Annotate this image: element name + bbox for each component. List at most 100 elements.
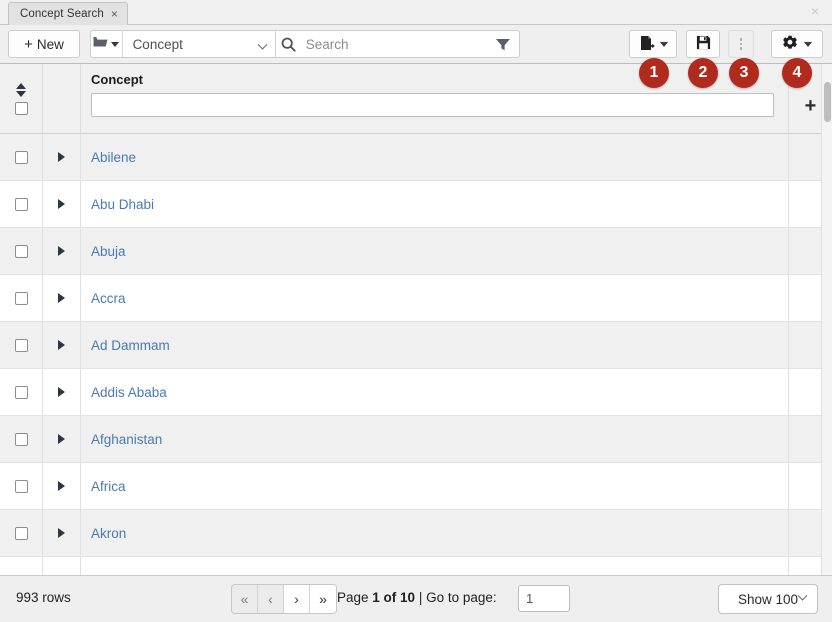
row-concept-cell: Akron <box>81 510 789 556</box>
search-icon[interactable] <box>275 31 301 57</box>
row-concept-cell <box>81 557 789 575</box>
footer-pagination-bar: 993 rows « ‹ › » Page 1 of 10 | Go to pa… <box>0 575 832 622</box>
pagination-controls: « ‹ › » <box>231 584 337 614</box>
save-button[interactable] <box>686 30 720 58</box>
row-concept-cell: Africa <box>81 463 789 509</box>
row-checkbox[interactable] <box>15 527 28 540</box>
tab-concept-search[interactable]: Concept Search × <box>8 2 128 25</box>
row-checkbox[interactable] <box>15 292 28 305</box>
row-concept-cell: Accra <box>81 275 789 321</box>
filter-funnel-icon[interactable] <box>487 31 519 57</box>
row-checkbox[interactable] <box>15 151 28 164</box>
concept-link[interactable]: Akron <box>91 526 126 541</box>
row-checkbox[interactable] <box>15 339 28 352</box>
new-button[interactable]: + New <box>8 30 80 58</box>
row-expand-cell[interactable] <box>43 322 81 368</box>
vertical-scrollbar[interactable] <box>821 64 832 575</box>
row-expand-cell[interactable] <box>43 510 81 556</box>
row-concept-cell: Abilene <box>81 134 789 180</box>
expand-triangle-icon <box>58 293 65 303</box>
row-checkbox[interactable] <box>15 386 28 399</box>
scope-select[interactable]: Concept <box>123 31 275 57</box>
row-concept-cell: Abu Dhabi <box>81 181 789 227</box>
export-button[interactable] <box>629 30 677 58</box>
folder-scope-button[interactable] <box>91 31 122 57</box>
more-vertical-icon <box>740 38 743 50</box>
row-expand-cell[interactable] <box>43 463 81 509</box>
table-row[interactable]: Ad Dammam <box>0 322 832 369</box>
search-group: Concept <box>90 30 520 58</box>
table-row[interactable]: Akron <box>0 510 832 557</box>
previous-page-button[interactable]: ‹ <box>258 585 284 613</box>
sort-updown-icon[interactable] <box>16 83 26 97</box>
export-file-icon <box>639 35 655 54</box>
table-row[interactable]: Abilene <box>0 134 832 181</box>
last-page-button[interactable]: » <box>310 585 336 613</box>
table-row[interactable]: Abu Dhabi <box>0 181 832 228</box>
table-row[interactable]: Accra <box>0 275 832 322</box>
window-close-icon[interactable]: × <box>807 3 823 19</box>
page-indicator: Page 1 of 10 | Go to page: <box>337 590 497 605</box>
concept-link[interactable]: Addis Ababa <box>91 385 167 400</box>
header-select-column <box>0 64 43 133</box>
column-header-label: Concept <box>91 72 774 87</box>
concept-link[interactable]: Abuja <box>91 244 126 259</box>
row-concept-cell: Abuja <box>81 228 789 274</box>
row-expand-cell[interactable] <box>43 181 81 227</box>
folder-icon <box>93 35 108 53</box>
select-all-checkbox[interactable] <box>15 102 28 115</box>
expand-triangle-icon <box>58 152 65 162</box>
more-options-button[interactable] <box>728 30 754 58</box>
tab-strip: Concept Search × × <box>0 0 832 25</box>
row-count-label: 993 rows <box>16 590 71 605</box>
scope-value: Concept <box>133 37 183 52</box>
chevron-down-icon <box>804 42 812 47</box>
row-expand-cell[interactable] <box>43 134 81 180</box>
row-select-cell <box>0 275 43 321</box>
search-input[interactable] <box>302 31 487 57</box>
page-size-label: Show 100 <box>738 592 798 607</box>
table-row[interactable]: Afghanistan <box>0 416 832 463</box>
page-size-select[interactable]: Show 100 <box>718 584 818 614</box>
table-row[interactable] <box>0 557 832 575</box>
gear-icon <box>782 35 798 54</box>
concept-link[interactable]: Abu Dhabi <box>91 197 154 212</box>
row-checkbox[interactable] <box>15 433 28 446</box>
goto-page-input[interactable] <box>518 585 570 612</box>
scrollbar-thumb[interactable] <box>824 82 831 122</box>
row-select-cell <box>0 369 43 415</box>
page-current: 1 of 10 <box>372 590 415 605</box>
row-select-cell <box>0 557 43 575</box>
table-row[interactable]: Addis Ababa <box>0 369 832 416</box>
row-expand-cell[interactable] <box>43 228 81 274</box>
concept-link[interactable]: Afghanistan <box>91 432 162 447</box>
row-expand-cell[interactable] <box>43 275 81 321</box>
row-checkbox[interactable] <box>15 198 28 211</box>
row-checkbox[interactable] <box>15 480 28 493</box>
row-expand-cell[interactable] <box>43 369 81 415</box>
column-filter-input[interactable] <box>91 93 774 117</box>
table-row[interactable]: Africa <box>0 463 832 510</box>
chevron-down-icon <box>257 40 267 50</box>
header-expand-column <box>43 64 81 133</box>
new-button-label: New <box>37 37 64 52</box>
table-row[interactable]: Abuja <box>0 228 832 275</box>
concept-link[interactable]: Accra <box>91 291 126 306</box>
next-page-button[interactable]: › <box>284 585 310 613</box>
tab-label: Concept Search <box>20 8 104 20</box>
row-expand-cell[interactable] <box>43 416 81 462</box>
concept-link[interactable]: Africa <box>91 479 126 494</box>
row-select-cell <box>0 463 43 509</box>
expand-triangle-icon <box>58 434 65 444</box>
row-select-cell <box>0 134 43 180</box>
row-select-cell <box>0 322 43 368</box>
concept-link[interactable]: Abilene <box>91 150 136 165</box>
first-page-button[interactable]: « <box>232 585 258 613</box>
chevron-down-icon <box>798 591 808 601</box>
concept-link[interactable]: Ad Dammam <box>91 338 170 353</box>
plus-icon: + <box>805 96 817 116</box>
grid-body: Abilene Abu Dhabi Abuja Accra <box>0 134 832 575</box>
close-icon[interactable]: × <box>111 8 118 20</box>
row-checkbox[interactable] <box>15 245 28 258</box>
settings-button[interactable] <box>771 30 823 58</box>
